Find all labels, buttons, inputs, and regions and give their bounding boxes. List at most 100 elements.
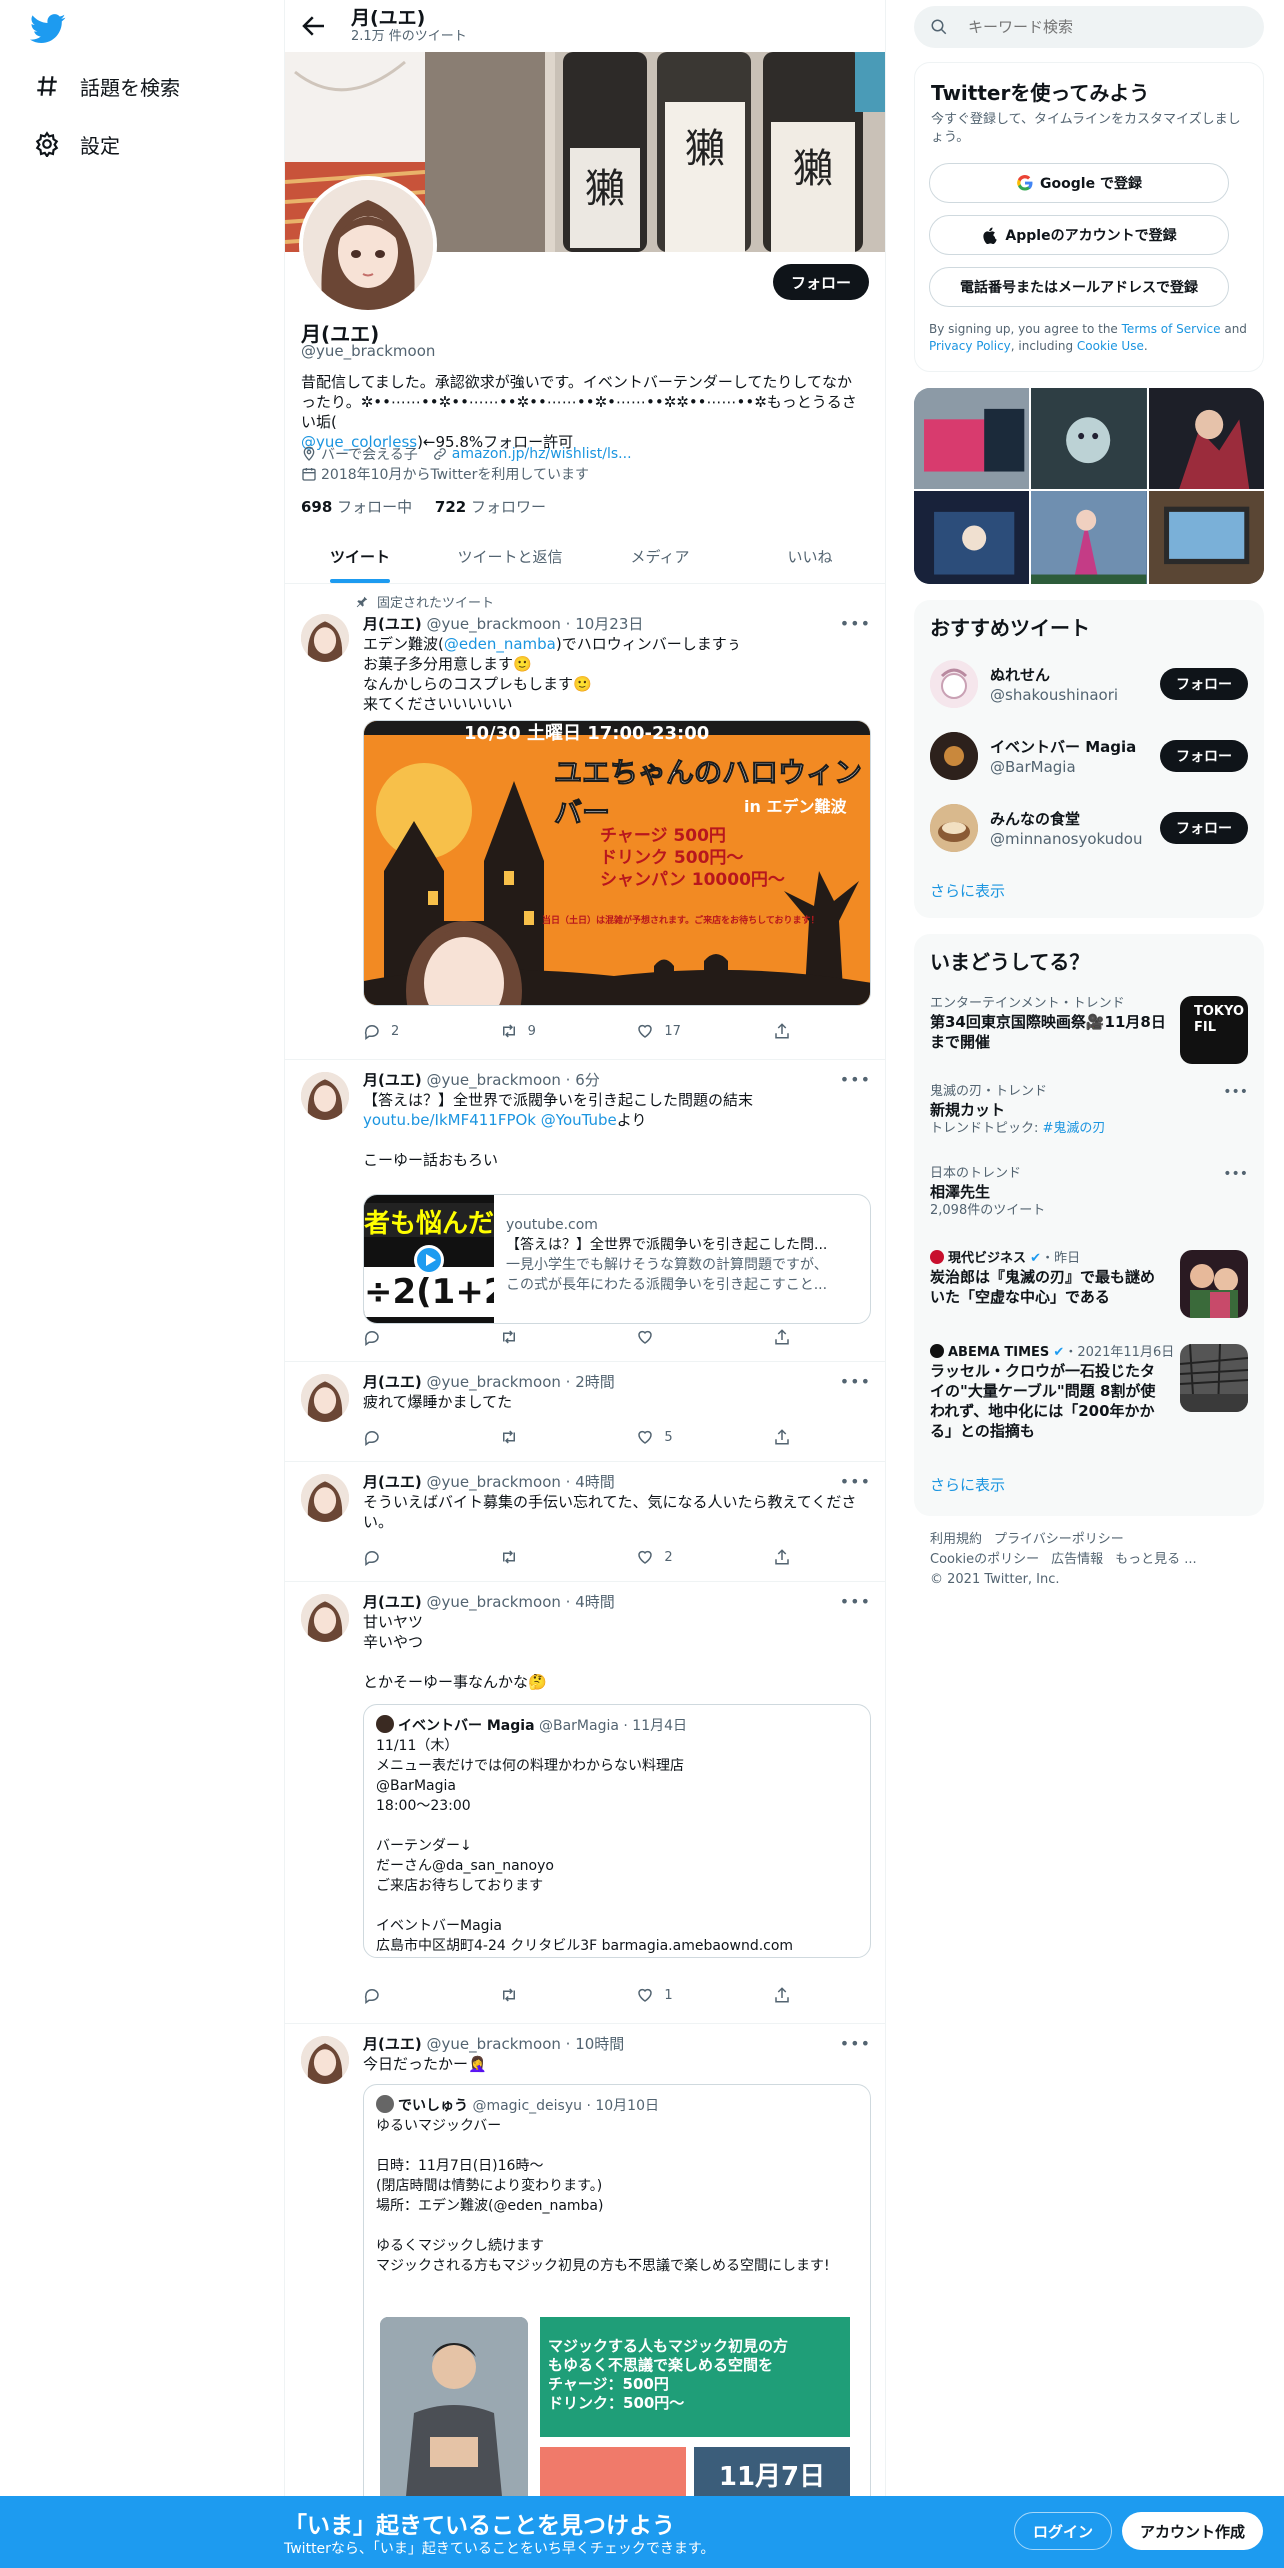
retweet-button[interactable] [500, 1428, 610, 1446]
trend-item[interactable]: エンターテインメント・トレンド 第34回東京国際映画祭🎥11月8日まで開催 TO… [930, 996, 1248, 1066]
retweet-button[interactable]: 9 [500, 1022, 610, 1040]
search-box[interactable] [914, 6, 1264, 48]
share-button[interactable] [773, 1022, 803, 1040]
tweet-time[interactable]: 2時間 [575, 1373, 615, 1391]
retweet-button[interactable] [500, 1548, 610, 1566]
more-options-icon[interactable]: ••• [840, 614, 871, 633]
follow-button[interactable]: フォロー [772, 264, 869, 300]
footer-ads-link[interactable]: 広告情報 [1051, 1552, 1103, 1567]
reply-button[interactable]: 2 [363, 1022, 473, 1040]
tab-media[interactable]: メディア [585, 530, 735, 583]
follow-user-button[interactable]: フォロー [1160, 740, 1248, 772]
back-arrow-icon[interactable] [299, 11, 329, 41]
more-options-icon[interactable]: ••• [840, 1472, 871, 1491]
follow-user-button[interactable]: フォロー [1160, 668, 1248, 700]
trend-item[interactable]: 日本のトレンド 相澤先生 2,098件のツイート ••• [930, 1166, 1248, 1226]
more-options-icon[interactable]: ••• [840, 1070, 871, 1089]
tweet-avatar[interactable] [301, 1374, 349, 1422]
tweet-time[interactable]: 4時間 [575, 1473, 615, 1491]
tweet-quote[interactable]: 月(ユエ) @yue_brackmoon · 10時間 ••• 今日だったかー🤦… [285, 2024, 885, 2568]
search-input[interactable] [968, 18, 1228, 36]
phone-email-signup-button[interactable]: 電話番号またはメールアドレスで登録 [929, 267, 1229, 307]
nav-explore[interactable]: 話題を検索 [34, 66, 180, 106]
tab-tweets-replies[interactable]: ツイートと返信 [435, 530, 585, 583]
mention-link[interactable]: @eden_namba [444, 635, 556, 653]
apple-signup-button[interactable]: Appleのアカウントで登録 [929, 215, 1229, 255]
privacy-policy-link[interactable]: Privacy Policy [929, 339, 1011, 353]
trend-item[interactable]: 鬼滅の刃・トレンド 新規カット トレンドトピック: #鬼滅の刃 ••• [930, 1084, 1248, 1144]
tweet-avatar[interactable] [301, 614, 349, 662]
tweet-quote[interactable]: 月(ユエ) @yue_brackmoon · 4時間 ••• 甘いヤツ 辛いやつ… [285, 1582, 885, 2024]
quoted-tweet[interactable]: イベントバー Magia @BarMagia · 11月4日 11/11（木） … [363, 1704, 871, 1958]
login-button[interactable]: ログイン [1014, 2512, 1113, 2550]
media-thumb[interactable] [1148, 491, 1264, 584]
retweet-button[interactable] [500, 1986, 610, 2004]
create-account-button[interactable]: アカウント作成 [1122, 2512, 1264, 2550]
share-button[interactable] [773, 1328, 803, 1346]
recommended-show-more-link[interactable]: さらに表示 [930, 880, 1005, 901]
tweet-text-only[interactable]: 月(ユエ) @yue_brackmoon · 2時間 ••• 疲れて爆睡かまして… [285, 1362, 885, 1462]
tweet-avatar[interactable] [301, 1072, 349, 1120]
footer-cookie-link[interactable]: Cookieのポリシー [930, 1552, 1039, 1567]
share-button[interactable] [773, 1548, 803, 1566]
tweet-author-name[interactable]: 月(ユエ) [363, 615, 422, 633]
tweet-time[interactable]: 6分 [575, 1071, 600, 1089]
follow-user-button[interactable]: フォロー [1160, 812, 1248, 844]
reply-button[interactable] [363, 1986, 473, 2004]
retweet-button[interactable] [500, 1328, 610, 1346]
profile-website-link[interactable]: amazon.jp/hz/wishlist/ls... [452, 446, 632, 462]
media-thumb[interactable] [914, 388, 1030, 490]
news-item[interactable]: ABEMA TIMES ✔・2021年11月6日 ラッセル・クロウが一石投じたタ… [930, 1344, 1248, 1454]
more-options-icon[interactable]: ••• [840, 1592, 871, 1611]
media-thumb[interactable] [1031, 388, 1147, 490]
like-button[interactable]: 5 [636, 1428, 746, 1446]
mention-link[interactable]: @YouTube [541, 1111, 617, 1129]
youtube-link-card[interactable]: 者も悩んだ難 ÷2(1+2 youtube.com 【答えは？】全世界で派閥争い… [363, 1194, 871, 1324]
tweet-image-halloween[interactable]: 10/30 土曜日 17:00-23:00 ユエちゃんのハロウィンバー in エ… [363, 720, 871, 1006]
profile-avatar[interactable] [299, 176, 437, 314]
trends-show-more-link[interactable]: さらに表示 [930, 1474, 1005, 1495]
like-button[interactable]: 2 [636, 1548, 746, 1566]
youtube-link[interactable]: youtu.be/IkMF411FPOk [363, 1111, 536, 1129]
recommended-user[interactable]: イベントバー Magia @BarMagia フォロー [930, 726, 1248, 786]
tweet-time[interactable]: 10時間 [575, 2035, 624, 2053]
tweet-time[interactable]: 4時間 [575, 1593, 615, 1611]
footer-more-link[interactable]: もっと見る ... [1115, 1552, 1197, 1567]
like-button[interactable]: 17 [636, 1022, 746, 1040]
tweet-text-only[interactable]: 月(ユエ) @yue_brackmoon · 4時間 ••• そういえばバイト募… [285, 1462, 885, 1582]
recommended-user[interactable]: みんなの食堂 @minnanosyokudou フォロー [930, 798, 1248, 858]
more-options-icon[interactable]: ••• [1223, 1084, 1248, 1100]
tweet-author-name[interactable]: 月(ユエ) [363, 1071, 422, 1089]
tab-tweets[interactable]: ツイート [285, 530, 435, 583]
tweet-author-name[interactable]: 月(ユエ) [363, 1593, 422, 1611]
tweet-pinned[interactable]: 固定されたツイート 月(ユエ) @yue_brackmoon · 10月23日 … [285, 584, 885, 1060]
news-item[interactable]: 現代ビジネス ✔・昨日 炭治郎は『鬼滅の刃』で最も謎めいた「空虚な中心」である [930, 1250, 1248, 1322]
reply-button[interactable] [363, 1428, 473, 1446]
more-options-icon[interactable]: ••• [840, 2034, 871, 2053]
media-thumb[interactable] [1031, 491, 1147, 584]
cookie-use-link[interactable]: Cookie Use [1077, 339, 1144, 353]
share-button[interactable] [773, 1986, 803, 2004]
google-signup-button[interactable]: Google で登録 [929, 163, 1229, 203]
reply-button[interactable] [363, 1328, 473, 1346]
like-button[interactable] [636, 1328, 746, 1346]
footer-terms-link[interactable]: 利用規約 [930, 1532, 982, 1547]
quoted-image-magician[interactable] [380, 2317, 528, 2517]
followers-stat[interactable]: 722 フォロワー [435, 498, 546, 516]
nav-settings[interactable]: 設定 [34, 124, 120, 164]
like-button[interactable]: 1 [636, 1986, 746, 2004]
recommended-user[interactable]: ぬれせん @shakoushinaori フォロー [930, 654, 1248, 714]
share-button[interactable] [773, 1428, 803, 1446]
reply-button[interactable] [363, 1548, 473, 1566]
twitter-logo-icon[interactable] [30, 14, 66, 44]
quoted-image-flyer[interactable]: マジックする人もマジック初見の方 もゆるく不思議で楽しめる空間を チャージ：50… [540, 2317, 850, 2437]
tweet-author-name[interactable]: 月(ユエ) [363, 1473, 422, 1491]
play-icon[interactable] [414, 1245, 444, 1275]
tweet-time[interactable]: 10月23日 [575, 615, 643, 633]
media-thumb[interactable] [1148, 388, 1264, 490]
tweet-avatar[interactable] [301, 1594, 349, 1642]
tweet-avatar[interactable] [301, 1474, 349, 1522]
more-options-icon[interactable]: ••• [840, 1372, 871, 1391]
hashtag-link[interactable]: #鬼滅の刃 [1043, 1121, 1106, 1136]
tab-likes[interactable]: いいね [735, 530, 885, 583]
